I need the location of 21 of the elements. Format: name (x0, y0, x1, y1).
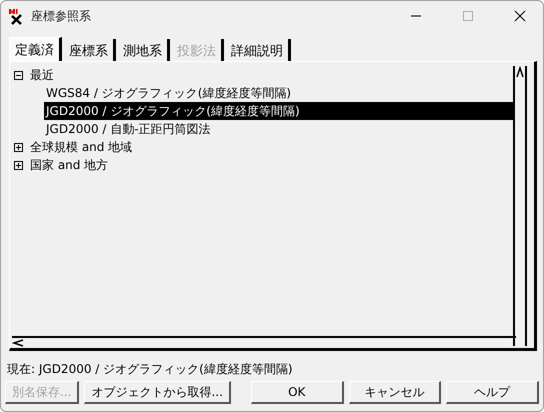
maximize-icon (463, 11, 473, 21)
dialog-button[interactable]: ヘルプ (446, 381, 540, 404)
tree-item[interactable]: JGD2000 / ジオグラフィック(緯度経度等間隔) (44, 102, 514, 120)
dialog-button[interactable]: OK (250, 381, 344, 404)
tree-item[interactable]: 全球規模 and 地域 (28, 138, 134, 156)
expand-icon[interactable] (14, 160, 23, 170)
vertical-scrollbar[interactable] (513, 66, 527, 346)
collapse-icon[interactable] (14, 70, 23, 80)
tab[interactable]: 定義済 (9, 37, 62, 61)
tree-item[interactable]: 国家 and 地方 (28, 156, 110, 174)
tree-item[interactable]: WGS84 / ジオグラフィック(緯度経度等間隔) (44, 84, 294, 102)
window-title: 座標参照系 (31, 8, 92, 24)
dialog-button[interactable]: オブジェクトから取得... (84, 381, 231, 404)
tree-item[interactable]: JGD2000 / 自動-正距円筒図法 (44, 120, 213, 138)
close-icon (514, 10, 526, 22)
horizontal-scrollbar[interactable] (12, 336, 516, 350)
dialog-button[interactable]: キャンセル (348, 381, 442, 404)
expand-icon[interactable] (14, 142, 23, 152)
current-crs-text: 現在: JGD2000 / ジオグラフィック(緯度経度等間隔) (6, 361, 294, 378)
tree-item[interactable]: 最近 (28, 66, 56, 84)
app-icon (7, 7, 25, 25)
